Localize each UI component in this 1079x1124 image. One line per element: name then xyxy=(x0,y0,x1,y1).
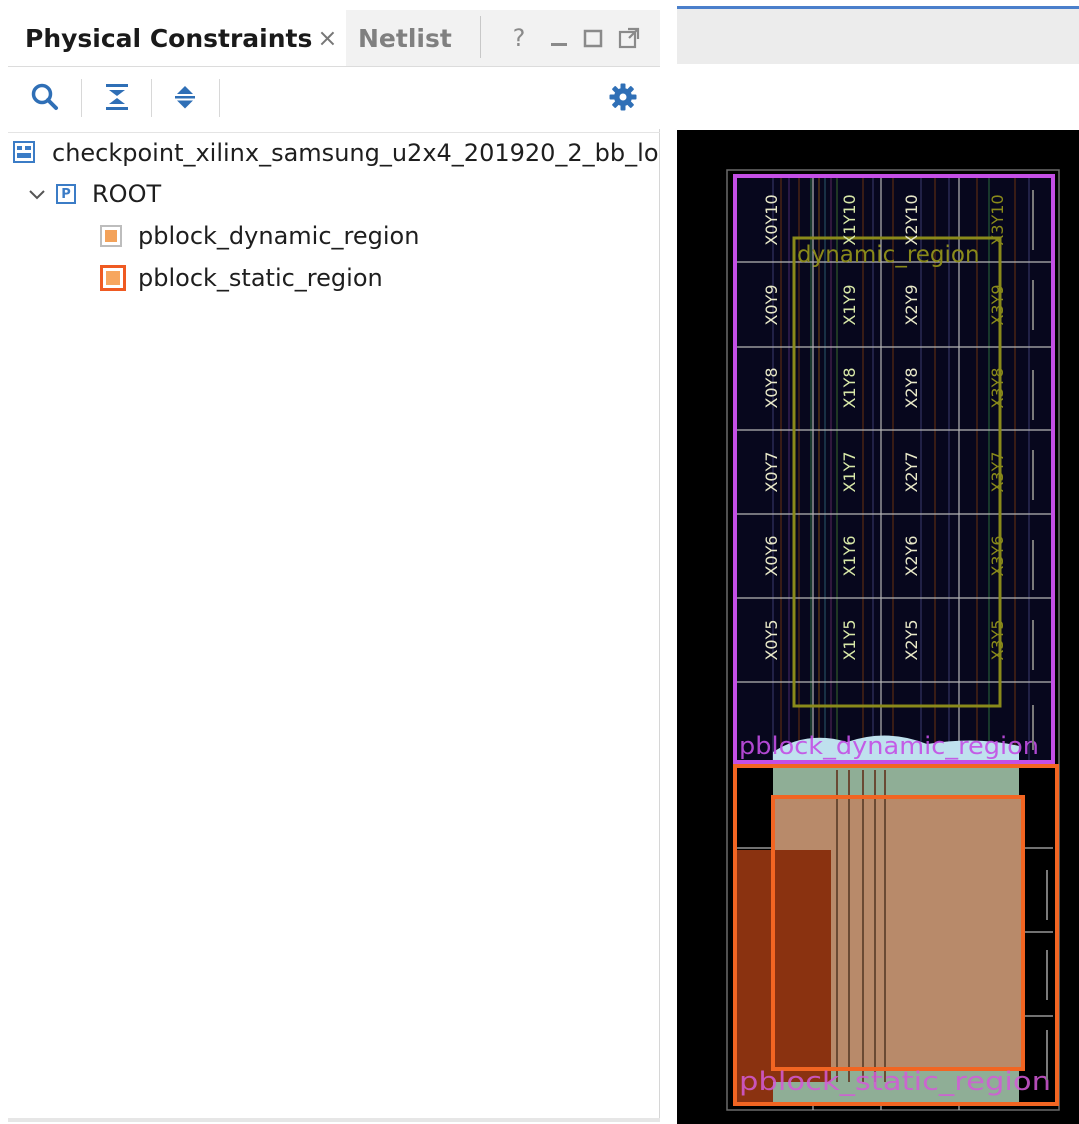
pblock-label: pblock_dynamic_region xyxy=(138,222,420,250)
clock-region-label: X3Y7 xyxy=(988,451,1007,492)
tab-physical-constraints[interactable]: Physical Constraints × xyxy=(8,10,346,66)
pblock-static-label: pblock_static_region xyxy=(739,1067,1051,1097)
dynamic-region-label: dynamic_region xyxy=(797,242,980,268)
pblock-label: pblock_static_region xyxy=(138,264,383,292)
root-label: ROOT xyxy=(92,180,162,208)
chevron-down-icon[interactable] xyxy=(28,180,50,208)
pblock-icon xyxy=(100,225,122,247)
gear-icon[interactable] xyxy=(606,79,640,115)
pblock-dynamic-label: pblock_dynamic_region xyxy=(739,732,1039,760)
tab-netlist[interactable]: Netlist xyxy=(346,10,476,66)
device-floorplan[interactable]: dynamic_region X0Y10 X0Y9 X0Y8 X0Y7 X0Y6 X0Y5… xyxy=(677,130,1079,1124)
clock-region-label: X1Y6 xyxy=(840,535,859,576)
clock-region-label: X0Y8 xyxy=(762,367,781,408)
clock-region-label: X1Y7 xyxy=(840,451,859,492)
minimize-icon[interactable] xyxy=(544,20,574,56)
clock-region-label: X2Y9 xyxy=(902,284,921,325)
toolbar-separator xyxy=(219,79,220,117)
clock-region-label: X2Y6 xyxy=(902,535,921,576)
clock-region-label: X1Y5 xyxy=(840,619,859,660)
device-toolbar xyxy=(677,64,1079,130)
tab-label: Netlist xyxy=(358,23,452,53)
clock-region-label: X0Y5 xyxy=(762,619,781,660)
clock-region-label: X2Y7 xyxy=(902,451,921,492)
tree-item-checkpoint[interactable]: checkpoint_xilinx_samsung_u2x4_201920_2_… xyxy=(12,133,659,173)
clock-region-label: X1Y8 xyxy=(840,367,859,408)
tab-label: Physical Constraints xyxy=(25,23,313,53)
collapse-all-icon[interactable] xyxy=(100,79,134,115)
clock-region-label: X2Y10 xyxy=(902,194,921,245)
search-icon[interactable] xyxy=(28,79,62,115)
clock-region-label: X3Y10 xyxy=(988,194,1007,245)
help-icon[interactable]: ? xyxy=(504,20,534,56)
tab-separator xyxy=(480,16,481,58)
panel-tab-bar: Physical Constraints × Netlist ? xyxy=(8,10,660,67)
device-panel: dynamic_region X0Y10 X0Y9 X0Y8 X0Y7 X0Y6 X0Y5… xyxy=(677,0,1079,1124)
clock-region-label: X0Y10 xyxy=(762,194,781,245)
clock-region-label: X1Y9 xyxy=(840,284,859,325)
clock-region-label: X0Y7 xyxy=(762,451,781,492)
expand-all-icon[interactable] xyxy=(168,79,202,115)
toolbar-separator xyxy=(81,79,82,117)
clock-region-label: X2Y5 xyxy=(902,619,921,660)
tree-item-pblock-static[interactable]: pblock_static_region xyxy=(100,258,383,298)
clock-region-label: X0Y6 xyxy=(762,535,781,576)
toolbar-separator xyxy=(151,79,152,117)
maximize-icon[interactable] xyxy=(578,20,608,56)
checkpoint-icon xyxy=(12,140,38,166)
tree-item-pblock-dynamic[interactable]: pblock_dynamic_region xyxy=(100,216,419,256)
close-tab-icon[interactable]: × xyxy=(317,24,337,52)
panel-bottom-border xyxy=(8,1118,660,1122)
panel-toolbar xyxy=(8,67,660,129)
clock-region-label: X3Y6 xyxy=(988,535,1007,576)
device-tab-strip xyxy=(677,9,1079,64)
checkpoint-label: checkpoint_xilinx_samsung_u2x4_201920_2_… xyxy=(52,139,659,167)
clock-region-label: X2Y8 xyxy=(902,367,921,408)
clock-region-label: X3Y8 xyxy=(988,367,1007,408)
clock-region-label: X1Y10 xyxy=(840,194,859,245)
device-canvas[interactable]: dynamic_region X0Y10 X0Y9 X0Y8 X0Y7 X0Y6 X0Y5… xyxy=(677,130,1079,1124)
clock-region-label: X3Y5 xyxy=(988,619,1007,660)
tree-item-root[interactable]: P ROOT xyxy=(28,174,161,214)
physical-constraints-panel: Physical Constraints × Netlist ? checkpo… xyxy=(8,10,660,1122)
clock-region-label: X0Y9 xyxy=(762,284,781,325)
pblock-root-icon: P xyxy=(56,184,76,204)
float-window-icon[interactable] xyxy=(614,20,644,56)
clock-region-label: X3Y9 xyxy=(988,284,1007,325)
placed-static-logic xyxy=(735,735,1023,1104)
pblock-icon xyxy=(100,265,126,291)
constraints-tree: checkpoint_xilinx_samsung_u2x4_201920_2_… xyxy=(8,132,660,1113)
